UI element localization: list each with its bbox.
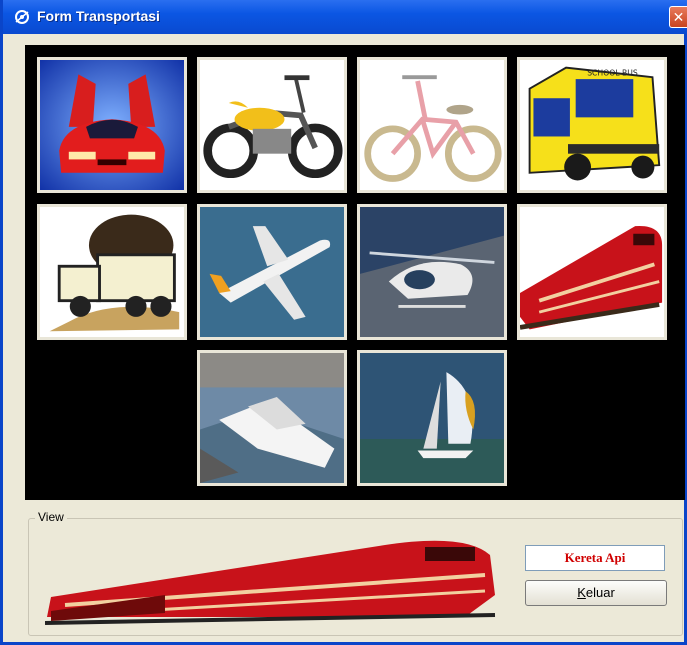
tile-helicopter[interactable]	[357, 204, 507, 340]
form-window: Form Transportasi ✕ SCHOOL BUS View Kere…	[0, 0, 687, 645]
tile-bus[interactable]: SCHOOL BUS	[517, 57, 667, 193]
motorcycle-image	[200, 60, 344, 190]
tile-ship[interactable]	[197, 350, 347, 486]
tile-motorcycle[interactable]	[197, 57, 347, 193]
vehicle-name-field[interactable]: Kereta Api	[525, 545, 665, 571]
tile-sports-car[interactable]	[37, 57, 187, 193]
window-title: Form Transportasi	[37, 8, 160, 24]
bus-image: SCHOOL BUS	[520, 60, 664, 190]
ship-image	[200, 353, 344, 483]
tile-train[interactable]	[517, 204, 667, 340]
train-image	[520, 207, 664, 337]
title-bar[interactable]: Form Transportasi ✕	[3, 0, 687, 34]
tile-airplane[interactable]	[197, 204, 347, 340]
tile-truck[interactable]	[37, 204, 187, 340]
airplane-image	[200, 207, 344, 337]
selected-vehicle-image	[45, 540, 496, 625]
app-icon	[15, 10, 29, 24]
helicopter-image	[360, 207, 504, 337]
close-icon: ✕	[672, 10, 685, 26]
sports-car-image	[40, 60, 184, 190]
keluar-button[interactable]: Keluar	[525, 580, 667, 606]
sailboat-image	[360, 353, 504, 483]
keluar-label: eluar	[585, 585, 615, 600]
tile-sailboat[interactable]	[357, 350, 507, 486]
truck-image	[40, 207, 184, 337]
bus-sign-text: SCHOOL BUS	[587, 68, 638, 77]
view-legend: View	[35, 510, 67, 524]
bicycle-image	[360, 60, 504, 190]
tile-bicycle[interactable]	[357, 57, 507, 193]
close-button[interactable]: ✕	[669, 6, 687, 28]
keluar-mnemonic: K	[577, 585, 586, 600]
image-grid-panel: SCHOOL BUS	[25, 45, 685, 500]
